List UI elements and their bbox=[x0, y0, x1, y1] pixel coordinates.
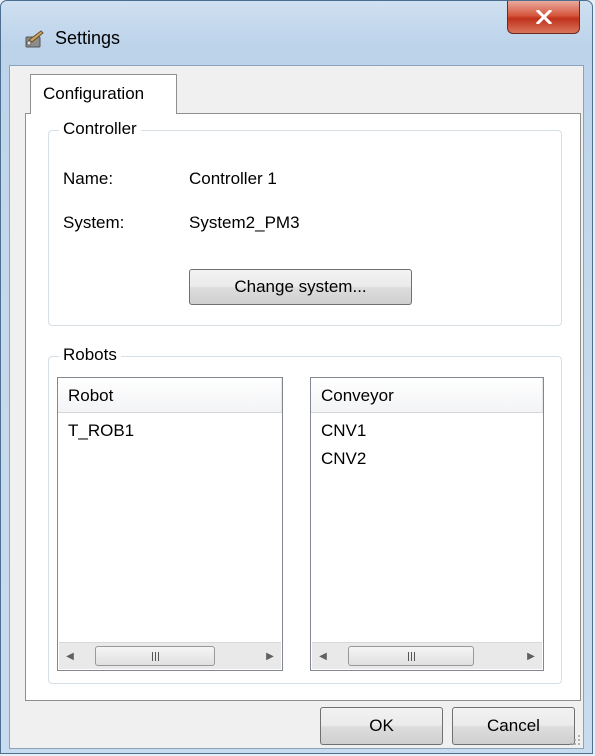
close-button[interactable] bbox=[507, 1, 580, 34]
scroll-thumb[interactable] bbox=[348, 646, 474, 666]
scroll-right-icon[interactable]: ▶ bbox=[520, 643, 542, 669]
grip-icon bbox=[151, 651, 159, 661]
robots-group: Robots Robot T_ROB1 ◀ ▶ Conveyor CNV1 CN… bbox=[48, 345, 562, 684]
tab-configuration[interactable]: Configuration bbox=[30, 74, 177, 114]
robot-list[interactable]: Robot T_ROB1 ◀ ▶ bbox=[57, 377, 283, 671]
scroll-right-icon[interactable]: ▶ bbox=[259, 643, 281, 669]
dialog-client-area: Configuration Controller Name: Controlle… bbox=[9, 65, 584, 749]
controller-group-title: Controller bbox=[59, 119, 141, 139]
name-label: Name: bbox=[63, 169, 114, 188]
tab-configuration-label: Configuration bbox=[43, 84, 145, 103]
settings-window: Settings Configuration Controller Name: … bbox=[0, 0, 593, 754]
list-item[interactable]: CNV1 bbox=[311, 417, 543, 445]
conveyor-column-header[interactable]: Conveyor bbox=[311, 378, 543, 413]
scroll-thumb[interactable] bbox=[95, 646, 215, 666]
ok-button[interactable]: OK bbox=[320, 707, 443, 745]
list-item[interactable]: CNV2 bbox=[311, 445, 543, 473]
title-bar[interactable]: Settings bbox=[1, 1, 592, 65]
robots-group-title: Robots bbox=[59, 345, 121, 365]
scroll-left-icon[interactable]: ◀ bbox=[312, 643, 334, 669]
configuration-tab-page: Controller Name: Controller 1 System: Sy… bbox=[25, 113, 581, 701]
list-item[interactable]: T_ROB1 bbox=[58, 417, 282, 445]
robot-list-scrollbar[interactable]: ◀ ▶ bbox=[59, 642, 281, 669]
robot-column-header[interactable]: Robot bbox=[58, 378, 282, 413]
window-title: Settings bbox=[55, 28, 121, 48]
change-system-button[interactable]: Change system... bbox=[189, 269, 412, 305]
cancel-button[interactable]: Cancel bbox=[452, 707, 575, 745]
controller-name-value: Controller 1 bbox=[189, 169, 277, 188]
conveyor-list-scrollbar[interactable]: ◀ ▶ bbox=[312, 642, 542, 669]
settings-wrench-icon bbox=[25, 30, 44, 48]
conveyor-list[interactable]: Conveyor CNV1 CNV2 ◀ ▶ bbox=[310, 377, 544, 671]
system-label: System: bbox=[63, 213, 125, 232]
controller-group: Controller Name: Controller 1 System: Sy… bbox=[48, 119, 562, 326]
grip-icon bbox=[407, 651, 415, 661]
scroll-left-icon[interactable]: ◀ bbox=[59, 643, 81, 669]
resize-grip-icon[interactable] bbox=[569, 734, 581, 746]
system-value: System2_PM3 bbox=[189, 213, 300, 232]
close-icon bbox=[535, 10, 552, 24]
